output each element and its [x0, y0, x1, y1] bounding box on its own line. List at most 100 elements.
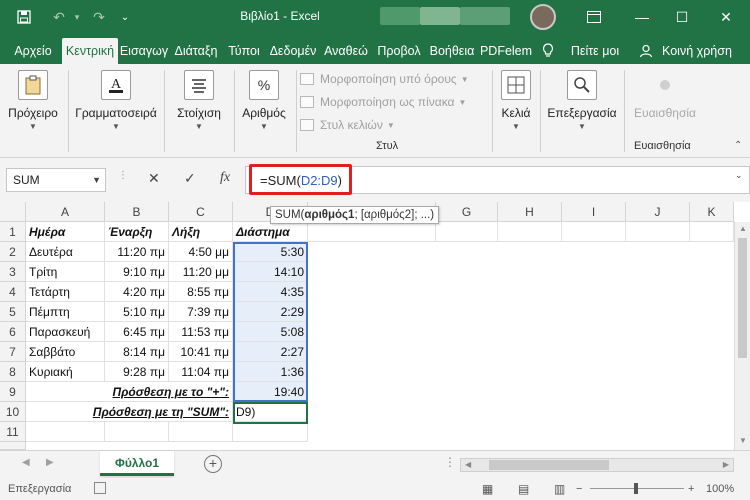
cell-end[interactable]: 8:55 πμ	[169, 282, 233, 302]
scroll-up-icon[interactable]: ▲	[739, 224, 747, 233]
column-header[interactable]: B	[105, 202, 169, 222]
column-header[interactable]: H	[498, 202, 562, 222]
cell-start[interactable]: 9:28 πμ	[105, 362, 169, 382]
normal-view-icon[interactable]: ▦	[482, 478, 493, 500]
customize-toolbar-icon[interactable]: ⌄	[118, 0, 132, 34]
function-tooltip[interactable]: SUM(αριθμός1; [αριθμός2]; ...)	[270, 206, 440, 224]
column-header[interactable]: J	[626, 202, 690, 222]
cell-day[interactable]: Παρασκευή	[26, 322, 105, 342]
tab-layout[interactable]: Διάταξη	[170, 38, 222, 64]
cell-start[interactable]: 8:14 πμ	[105, 342, 169, 362]
cell-empty[interactable]	[233, 422, 308, 442]
row-header[interactable]: 5	[0, 302, 26, 322]
row-header[interactable]: 3	[0, 262, 26, 282]
tab-file[interactable]: Αρχείο	[6, 38, 60, 64]
tab-help[interactable]: Βοήθεια	[426, 38, 478, 64]
tab-formulas[interactable]: Τύποι	[222, 38, 266, 64]
scroll-thumb[interactable]	[489, 460, 609, 470]
tab-insert[interactable]: Εισαγωγ	[118, 38, 170, 64]
tab-view[interactable]: Προβολ	[372, 38, 426, 64]
zoom-in-icon[interactable]: +	[688, 478, 694, 500]
minimize-icon[interactable]: —	[624, 0, 660, 34]
cell-day[interactable]: Πέμπτη	[26, 302, 105, 322]
cell-empty[interactable]	[562, 222, 626, 242]
cell-start[interactable]: 5:10 πμ	[105, 302, 169, 322]
cell-end[interactable]: 11:04 πμ	[169, 362, 233, 382]
scroll-thumb[interactable]	[738, 238, 747, 358]
row-header[interactable]	[0, 442, 26, 450]
cell-start[interactable]: 4:20 πμ	[105, 282, 169, 302]
close-icon[interactable]: ✕	[708, 0, 744, 34]
vertical-scrollbar[interactable]: ▲ ▼	[734, 222, 750, 450]
lightbulb-icon[interactable]	[540, 38, 556, 64]
worksheet-grid[interactable]: A B C D E G H I J K 1 2 3 4 5 6 7 8 9 10…	[0, 202, 750, 450]
cell-empty[interactable]	[26, 422, 105, 442]
cell-b1[interactable]: Έναρξη	[105, 222, 169, 242]
chevron-down-icon[interactable]: ▼	[92, 169, 101, 191]
cell-end[interactable]: 11:53 πμ	[169, 322, 233, 342]
page-layout-icon[interactable]: ▤	[518, 478, 529, 500]
add-sheet-button[interactable]: +	[204, 455, 222, 473]
ribbon-display-icon[interactable]	[576, 0, 612, 34]
column-header[interactable]: K	[690, 202, 734, 222]
column-header[interactable]: G	[436, 202, 498, 222]
row-header[interactable]: 2	[0, 242, 26, 262]
clipboard-button[interactable]: Πρόχειρο ▼	[4, 70, 62, 131]
select-all-corner[interactable]	[0, 202, 26, 222]
cell-end[interactable]: 11:20 μμ	[169, 262, 233, 282]
expand-formula-icon[interactable]: ⌄	[735, 170, 743, 181]
sum-fn-label[interactable]: Πρόσθεση με τη "SUM":	[26, 402, 233, 422]
sensitivity-button[interactable]: Ευαισθησία	[628, 70, 702, 120]
row-header[interactable]: 4	[0, 282, 26, 302]
drag-handle-icon[interactable]: ⋮	[118, 170, 128, 181]
cell-day[interactable]: Τετάρτη	[26, 282, 105, 302]
cell-styles-button[interactable]: Στυλ κελιών ▼	[300, 116, 395, 134]
row-header[interactable]: 1	[0, 222, 26, 242]
cell-empty[interactable]	[498, 222, 562, 242]
sum-plus-label[interactable]: Πρόσθεση με το "+":	[26, 382, 233, 402]
cell-day[interactable]: Κυριακή	[26, 362, 105, 382]
cell-end[interactable]: 4:50 μμ	[169, 242, 233, 262]
row-header[interactable]: 8	[0, 362, 26, 382]
format-as-table-button[interactable]: Μορφοποίηση ως πίνακα ▼	[300, 93, 466, 111]
cell-empty[interactable]	[308, 222, 436, 242]
row-header[interactable]: 7	[0, 342, 26, 362]
alignment-button[interactable]: Στοίχιση ▼	[168, 70, 230, 131]
number-button[interactable]: % Αριθμός ▼	[236, 70, 292, 131]
cell-d1[interactable]: Διάστημα	[233, 222, 308, 242]
cell-end[interactable]: 10:41 πμ	[169, 342, 233, 362]
cell-end[interactable]: 7:39 πμ	[169, 302, 233, 322]
zoom-level[interactable]: 100%	[706, 478, 734, 500]
zoom-slider-thumb[interactable]	[634, 483, 638, 494]
scroll-right-icon[interactable]: ▶	[723, 460, 729, 469]
drag-handle-icon[interactable]: ⋮	[444, 455, 456, 469]
name-box[interactable]: SUM ▼	[6, 168, 106, 192]
undo-dropdown-icon[interactable]: ▾	[70, 0, 84, 34]
undo-icon[interactable]: ↶	[48, 0, 70, 34]
cell-empty[interactable]	[169, 422, 233, 442]
row-header[interactable]: 6	[0, 322, 26, 342]
insert-function-icon[interactable]: fx	[220, 170, 230, 186]
tab-review[interactable]: Αναθεώ	[320, 38, 372, 64]
share-button[interactable]: Κοινή χρήση	[654, 38, 740, 64]
column-header[interactable]: C	[169, 202, 233, 222]
cancel-icon[interactable]: ✕	[148, 170, 160, 187]
previous-sheet-icon[interactable]: ◀	[22, 457, 30, 468]
editing-button[interactable]: Επεξεργασία ▼	[544, 70, 620, 131]
cell-empty[interactable]	[626, 222, 690, 242]
accessibility-icon[interactable]	[94, 482, 106, 494]
zoom-out-icon[interactable]: −	[576, 478, 582, 500]
redo-icon[interactable]: ↷	[88, 0, 110, 34]
row-header[interactable]: 9	[0, 382, 26, 402]
tell-me-search[interactable]: Πείτε μοι	[562, 38, 628, 64]
cells-button[interactable]: Κελιά ▼	[496, 70, 536, 131]
maximize-icon[interactable]: ☐	[664, 0, 700, 34]
cell-empty[interactable]	[690, 222, 734, 242]
collapse-ribbon-icon[interactable]: ⌃	[734, 140, 742, 151]
column-header[interactable]: I	[562, 202, 626, 222]
save-icon[interactable]	[12, 0, 36, 34]
page-break-icon[interactable]: ▥	[554, 478, 565, 500]
tab-data[interactable]: Δεδομέν	[266, 38, 320, 64]
cell-day[interactable]: Σαββάτο	[26, 342, 105, 362]
scroll-down-icon[interactable]: ▼	[739, 436, 747, 445]
